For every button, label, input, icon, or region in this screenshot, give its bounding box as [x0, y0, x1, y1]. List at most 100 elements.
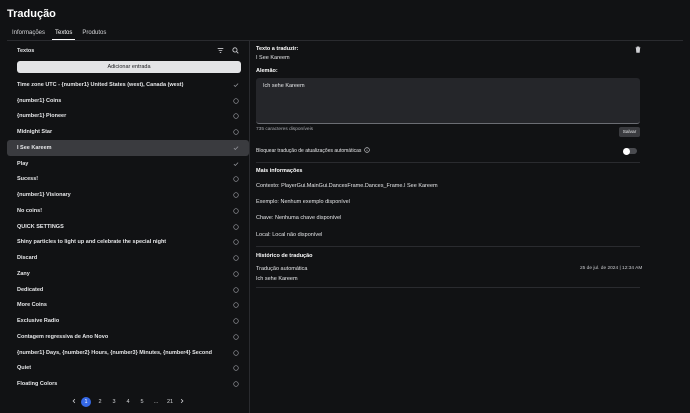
block-label: Bloquear tradução de atualizações automá…: [256, 148, 362, 154]
texts-header: Textos: [17, 48, 35, 54]
texts-list: Time zone UTC - {number1} United States …: [7, 77, 249, 392]
pending-icon: [233, 192, 239, 198]
info-location: Local: Local não disponível: [256, 232, 323, 238]
add-entry-button[interactable]: Adicionar entrada: [17, 61, 241, 73]
list-item-label: {number1} Pioneer: [17, 113, 67, 120]
list-item-label: {number1} Visionary: [17, 192, 71, 199]
pending-icon: [233, 334, 239, 340]
pending-icon: [233, 365, 239, 371]
list-item[interactable]: Time zone UTC - {number1} United States …: [7, 77, 249, 93]
filter-icon[interactable]: [217, 47, 224, 56]
source-text: I See Kareem: [256, 55, 290, 61]
chevron-left-icon[interactable]: [71, 398, 77, 406]
list-item-label: Dedicated: [17, 286, 44, 293]
pending-icon: [233, 113, 239, 119]
search-icon[interactable]: [232, 47, 239, 56]
list-item[interactable]: Floating Colors: [7, 376, 249, 392]
page-button[interactable]: 21: [165, 397, 175, 407]
trash-icon[interactable]: [635, 46, 641, 55]
texts-panel: Textos Adicionar entrada Time zone UTC -…: [7, 41, 250, 413]
list-item-label: Quiet: [17, 365, 32, 372]
list-item[interactable]: Shiny particles to light up and celebrat…: [7, 235, 249, 251]
list-item[interactable]: {number1} Visionary: [7, 187, 249, 203]
list-item[interactable]: Quiet: [7, 361, 249, 377]
list-item-label: No coins!: [17, 207, 43, 214]
list-item-label: QUICK SETTINGS: [17, 223, 64, 230]
list-item-label: Contagem regressiva de Ano Novo: [17, 333, 109, 340]
source-label: Texto a traduzir:: [256, 46, 299, 52]
list-item[interactable]: Zany: [7, 266, 249, 282]
translation-textarea[interactable]: Ich sehe Kareem: [256, 78, 640, 124]
info-context: Contexto: PlayerGui.MainGui.DancesFrame.…: [256, 183, 438, 189]
translation-panel: Texto a traduzir: I See Kareem Alemão: I…: [256, 41, 683, 413]
pending-icon: [233, 381, 239, 387]
list-item-label: Sucess!: [17, 176, 39, 183]
page-button[interactable]: 4: [123, 397, 133, 407]
check-icon: [233, 145, 239, 151]
pending-icon: [233, 302, 239, 308]
list-item-label: I See Kareem: [17, 144, 52, 151]
tab-informacoes[interactable]: Informações: [7, 29, 50, 40]
info-icon[interactable]: [364, 147, 371, 155]
chevron-right-icon[interactable]: [179, 398, 185, 406]
block-auto-update-row: Bloquear tradução de atualizações automá…: [256, 147, 371, 155]
check-icon: [233, 161, 239, 167]
language-label: Alemão:: [256, 68, 278, 74]
more-info-title: Mais informações: [256, 168, 303, 174]
divider: [256, 162, 640, 163]
tab-bar: Informações Textos Produtos: [7, 29, 111, 40]
list-item-label: Play: [17, 160, 29, 167]
page-button[interactable]: 5: [137, 397, 147, 407]
pagination: 1 2 3 4 5... 21: [7, 397, 249, 407]
list-item[interactable]: Contagem regressiva de Ano Novo: [7, 329, 249, 345]
list-item[interactable]: {number1} Pioneer: [7, 109, 249, 125]
pending-icon: [233, 176, 239, 182]
list-item[interactable]: Sucess!: [7, 172, 249, 188]
page-title: Tradução: [7, 8, 56, 20]
list-item-label: More Coins: [17, 302, 47, 309]
divider: [256, 287, 640, 288]
page-button[interactable]: 3: [109, 397, 119, 407]
list-item[interactable]: Exclusive Radio: [7, 313, 249, 329]
list-item[interactable]: I See Kareem: [7, 140, 249, 156]
tab-textos[interactable]: Textos: [50, 29, 77, 40]
pending-icon: [233, 287, 239, 293]
list-item-label: Discard: [17, 255, 38, 262]
tab-produtos[interactable]: Produtos: [77, 29, 111, 40]
list-item-label: {number1} Coins: [17, 97, 62, 104]
pending-icon: [233, 350, 239, 356]
history-entry-date: 25 de jul. de 2024 | 12:34 AM: [580, 266, 643, 271]
chars-remaining: 735 caracteres disponíveis: [256, 127, 314, 132]
list-item-label: Exclusive Radio: [17, 318, 60, 325]
pending-icon: [233, 224, 239, 230]
block-toggle[interactable]: [623, 147, 637, 155]
pending-icon: [233, 98, 239, 104]
pending-icon: [233, 208, 239, 214]
pending-icon: [233, 239, 239, 245]
list-item-label: Midnight Star: [17, 129, 53, 136]
list-item[interactable]: Midnight Star: [7, 124, 249, 140]
list-item[interactable]: {number1} Coins: [7, 93, 249, 109]
pending-icon: [233, 271, 239, 277]
list-item-label: Floating Colors: [17, 381, 58, 388]
list-item[interactable]: More Coins: [7, 298, 249, 314]
pending-icon: [233, 129, 239, 135]
pending-icon: [233, 255, 239, 261]
list-item[interactable]: No coins!: [7, 203, 249, 219]
history-entry-name: Tradução automática: [256, 266, 308, 272]
list-item-label: Shiny particles to light up and celebrat…: [17, 239, 167, 246]
save-button[interactable]: Salvar: [619, 127, 640, 137]
info-key: Chave: Nenhuma chave disponível: [256, 215, 342, 221]
list-item[interactable]: Discard: [7, 250, 249, 266]
history-title: Histórico de tradução: [256, 253, 313, 259]
page-button[interactable]: 2: [95, 397, 105, 407]
list-item[interactable]: QUICK SETTINGS: [7, 219, 249, 235]
list-item[interactable]: {number1} Days, {number2} Hours, {number…: [7, 345, 249, 361]
divider: [256, 246, 640, 247]
list-item-label: Time zone UTC - {number1} United States …: [17, 81, 184, 88]
list-item[interactable]: Dedicated: [7, 282, 249, 298]
list-item[interactable]: Play: [7, 156, 249, 172]
check-icon: [233, 82, 239, 88]
page-button[interactable]: 1: [81, 397, 91, 407]
page-ellipsis: ...: [153, 399, 159, 405]
